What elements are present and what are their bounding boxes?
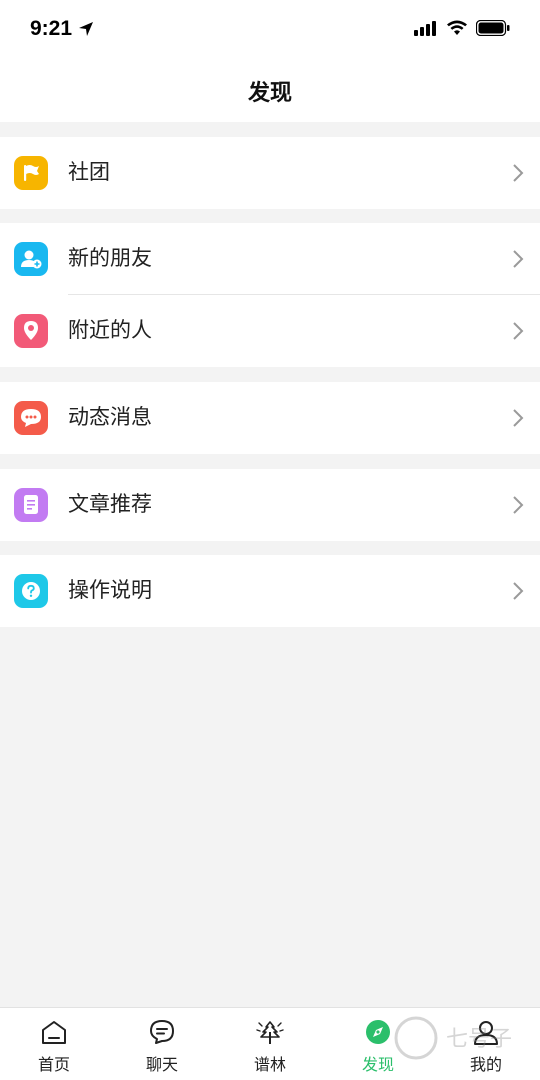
menu-group-moments: 动态消息 [0, 382, 540, 454]
menu-item-articles[interactable]: 文章推荐 [0, 469, 540, 541]
menu-item-moments[interactable]: 动态消息 [0, 382, 540, 454]
tab-family-tree[interactable]: 谱林 [216, 1008, 324, 1080]
status-time: 9:21 [30, 17, 94, 41]
status-indicators [414, 20, 510, 36]
menu-item-guide[interactable]: 操作说明 [0, 555, 540, 627]
tab-profile-label: 我的 [469, 1057, 502, 1074]
tab-home[interactable]: 首页 [0, 1008, 108, 1080]
chevron-right-icon [513, 322, 524, 340]
flag-icon [14, 156, 48, 190]
chevron-right-icon [513, 409, 524, 427]
profile-icon [474, 1021, 498, 1045]
tab-home-label: 首页 [37, 1057, 70, 1074]
menu-item-club[interactable]: 社团 [0, 137, 540, 209]
home-icon [42, 1021, 66, 1044]
location-pin-icon [14, 314, 48, 348]
tab-discover-label: 发现 [361, 1057, 394, 1074]
chat-bubble-icon [14, 401, 48, 435]
page-title: 发现 [247, 80, 292, 105]
tab-family-tree-label: 谱林 [253, 1057, 286, 1074]
compass-icon [366, 1020, 390, 1044]
question-icon [14, 574, 48, 608]
status-bar: 9:21 [0, 0, 540, 60]
document-icon [14, 488, 48, 522]
menu-item-new-friends[interactable]: 新的朋友 [0, 223, 540, 295]
menu-item-guide-label: 操作说明 [68, 579, 152, 602]
menu-item-moments-label: 动态消息 [68, 406, 152, 429]
menu-group-articles: 文章推荐 [0, 469, 540, 541]
menu-item-nearby-people-label: 附近的人 [68, 319, 152, 342]
tree-icon [256, 1021, 284, 1044]
menu-group-guide: 操作说明 [0, 555, 540, 627]
location-arrow-icon [79, 22, 94, 36]
cellular-signal-icon [414, 21, 436, 36]
nav-bar: 发现 [0, 60, 540, 122]
battery-icon [476, 20, 510, 36]
bottom-tab-bar: 首页 聊天 谱林 发现 我的 [0, 1007, 540, 1080]
tab-chat[interactable]: 聊天 [108, 1008, 216, 1080]
tab-discover[interactable]: 发现 [324, 1008, 432, 1080]
wifi-icon [447, 20, 467, 35]
menu-item-new-friends-label: 新的朋友 [68, 247, 152, 270]
chat-icon [150, 1020, 174, 1044]
menu-item-club-label: 社团 [68, 161, 110, 184]
menu-item-nearby-people[interactable]: 附近的人 [0, 295, 540, 367]
chevron-right-icon [513, 250, 524, 268]
chevron-right-icon [513, 164, 524, 182]
add-friend-icon [14, 242, 48, 276]
menu-item-articles-label: 文章推荐 [68, 493, 152, 516]
chevron-right-icon [513, 582, 524, 600]
tab-profile[interactable]: 我的 [432, 1008, 540, 1080]
status-time-text: 9:21 [30, 17, 73, 40]
menu-group-friends: 新的朋友 附近的人 [0, 223, 540, 367]
menu-group-club: 社团 [0, 137, 540, 209]
chevron-right-icon [513, 496, 524, 514]
tab-chat-label: 聊天 [145, 1057, 178, 1074]
